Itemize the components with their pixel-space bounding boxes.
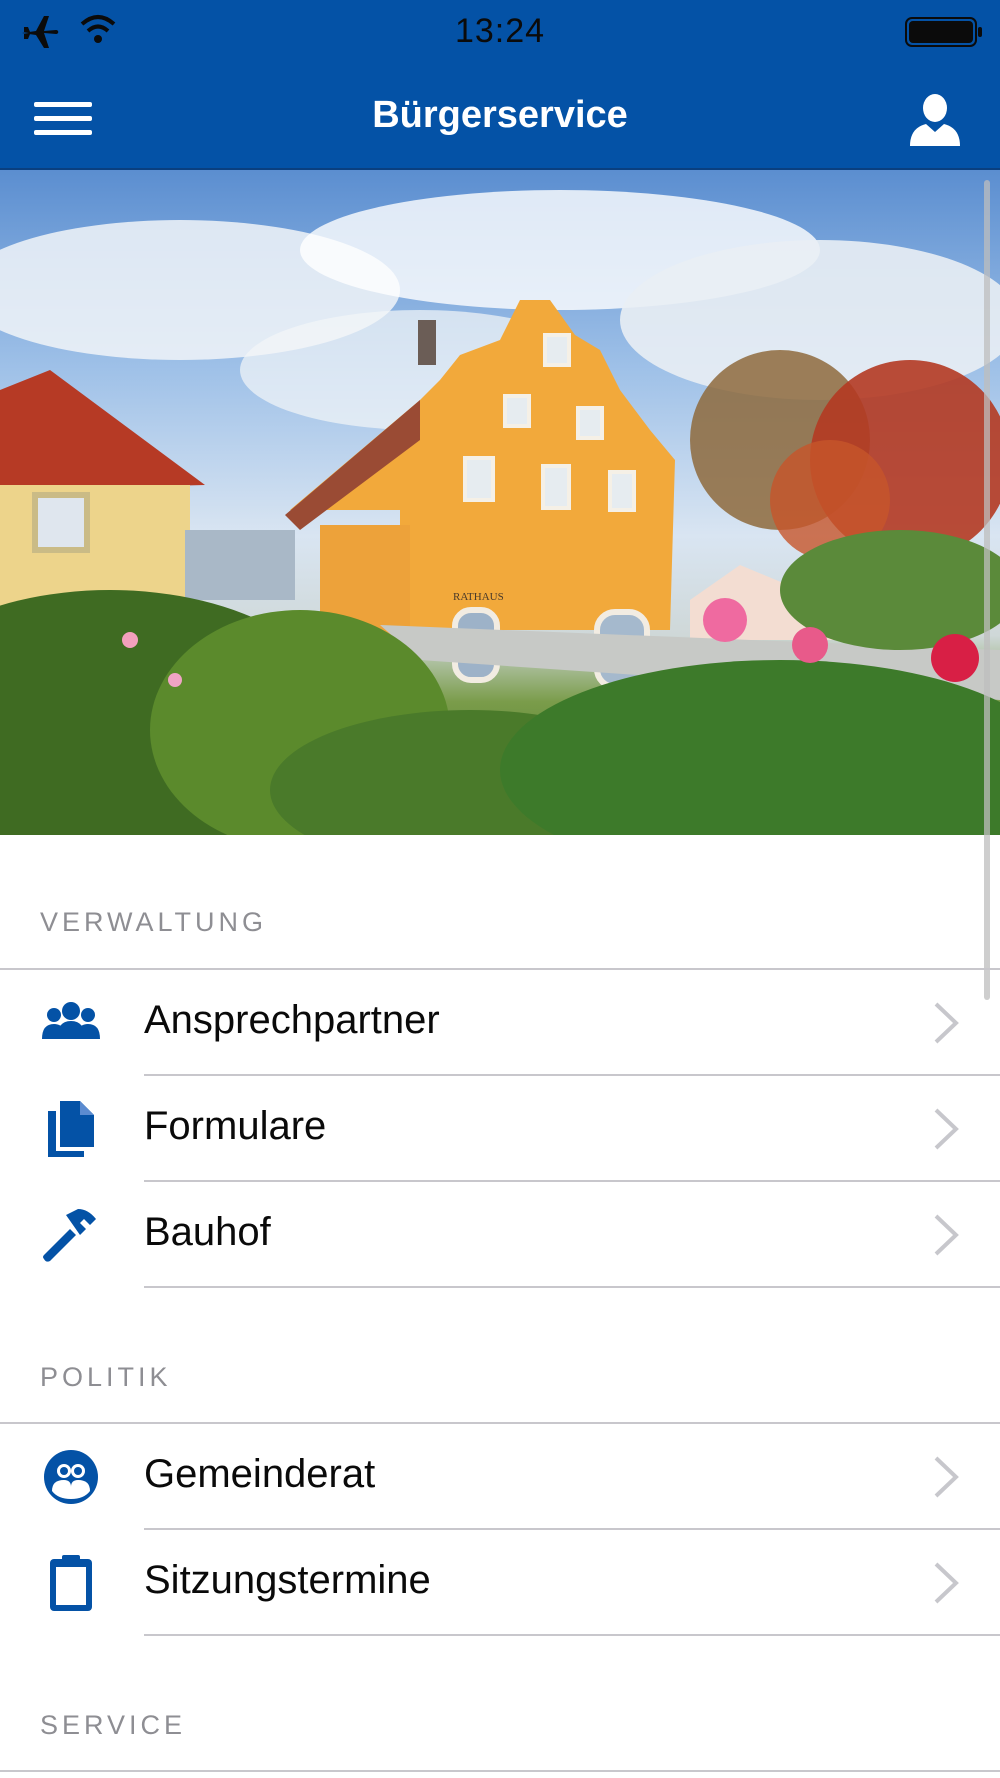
section-header-verwaltung: VERWALTUNG [40, 907, 268, 937]
list-item-label: Sitzungstermine [144, 1558, 431, 1602]
list-item-bauhof[interactable]: Bauhof [0, 1182, 1000, 1288]
section-header-service: SERVICE [40, 1710, 187, 1740]
list-item-sitzungstermine[interactable]: Sitzungstermine [0, 1530, 1000, 1636]
user-profile-icon[interactable] [908, 92, 962, 148]
hero-image-rathaus: RATHAUS [0, 170, 1000, 835]
navigation-bar: Bürgerservice [0, 72, 1000, 168]
list-item-label: Gemeinderat [144, 1452, 376, 1496]
section-divider [0, 1770, 1000, 1772]
section-header-politik: POLITIK [40, 1362, 172, 1392]
hero-illustration: RATHAUS [0, 190, 1000, 835]
status-time: 13:24 [454, 12, 546, 50]
row-separator [144, 1286, 1000, 1288]
rathaus-sign: RATHAUS [453, 591, 504, 603]
page-title: Bürgerservice [372, 94, 628, 136]
top-bar: 13:24 Bürgerservice [0, 0, 1000, 170]
chevron-right-icon [934, 1456, 959, 1498]
scrollbar[interactable] [984, 180, 990, 1000]
documents-icon [48, 1101, 94, 1157]
chevron-right-icon [934, 1214, 959, 1256]
list-item-label: Formulare [144, 1104, 327, 1148]
row-separator [144, 1634, 1000, 1636]
battery-icon [905, 17, 982, 47]
hammer-icon [43, 1209, 96, 1262]
council-people-circle-icon [44, 1450, 98, 1504]
chevron-right-icon [934, 1562, 959, 1604]
status-bar: 13:24 [0, 0, 1000, 62]
list-item-gemeinderat[interactable]: Gemeinderat [0, 1424, 1000, 1530]
list-item-formulare[interactable]: Formulare [0, 1076, 1000, 1182]
list-item-label: Ansprechpartner [144, 998, 440, 1042]
clipboard-icon [50, 1555, 92, 1611]
people-group-icon [42, 1002, 100, 1039]
chevron-right-icon [934, 1002, 959, 1044]
list-item-ansprechpartner[interactable]: Ansprechpartner [0, 970, 1000, 1076]
chevron-right-icon [934, 1108, 959, 1150]
list-item-label: Bauhof [144, 1210, 271, 1254]
